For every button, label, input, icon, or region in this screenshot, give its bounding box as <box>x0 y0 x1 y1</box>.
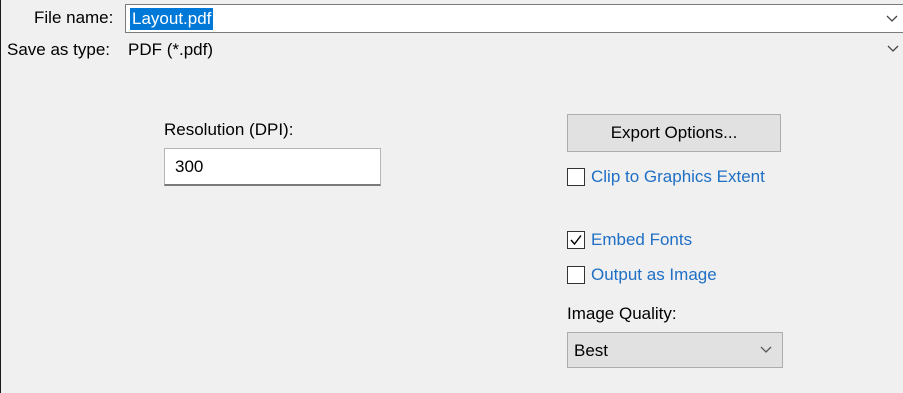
resolution-label: Resolution (DPI): <box>164 120 294 139</box>
image-quality-value: Best <box>574 341 609 360</box>
file-name-label: File name: <box>34 8 114 27</box>
output-as-image-checkbox[interactable]: Output as Image <box>567 265 717 285</box>
file-name-combobox[interactable]: Layout.pdf <box>125 4 903 33</box>
embed-fonts-checkbox[interactable]: Embed Fonts <box>567 230 692 250</box>
image-quality-label: Image Quality: <box>567 304 677 323</box>
clip-to-graphics-extent-label[interactable]: Clip to Graphics Extent <box>591 167 765 187</box>
checkbox-box[interactable] <box>567 231 585 249</box>
resolution-value: 300 <box>175 157 204 176</box>
file-name-input[interactable]: Layout.pdf <box>130 8 214 30</box>
checkmark-icon <box>570 235 582 246</box>
output-as-image-label[interactable]: Output as Image <box>591 265 717 285</box>
clip-to-graphics-extent-checkbox[interactable]: Clip to Graphics Extent <box>567 167 765 187</box>
checkbox-box[interactable] <box>567 168 585 186</box>
resolution-input[interactable]: 300 <box>164 148 381 186</box>
chevron-down-icon[interactable] <box>760 343 772 357</box>
save-as-type-combobox[interactable]: PDF (*.pdf) <box>125 35 903 64</box>
save-as-type-value: PDF (*.pdf) <box>128 40 214 59</box>
embed-fonts-label[interactable]: Embed Fonts <box>591 230 692 250</box>
save-as-type-label: Save as type: <box>7 40 111 59</box>
chevron-down-icon[interactable] <box>885 39 901 59</box>
export-options-button[interactable]: Export Options... <box>567 114 781 152</box>
checkbox-box[interactable] <box>567 266 585 284</box>
image-quality-dropdown[interactable]: Best <box>567 332 783 368</box>
save-dialog-panel: File name: Layout.pdf Save as type: PDF … <box>0 0 903 393</box>
chevron-down-icon[interactable] <box>884 9 900 29</box>
